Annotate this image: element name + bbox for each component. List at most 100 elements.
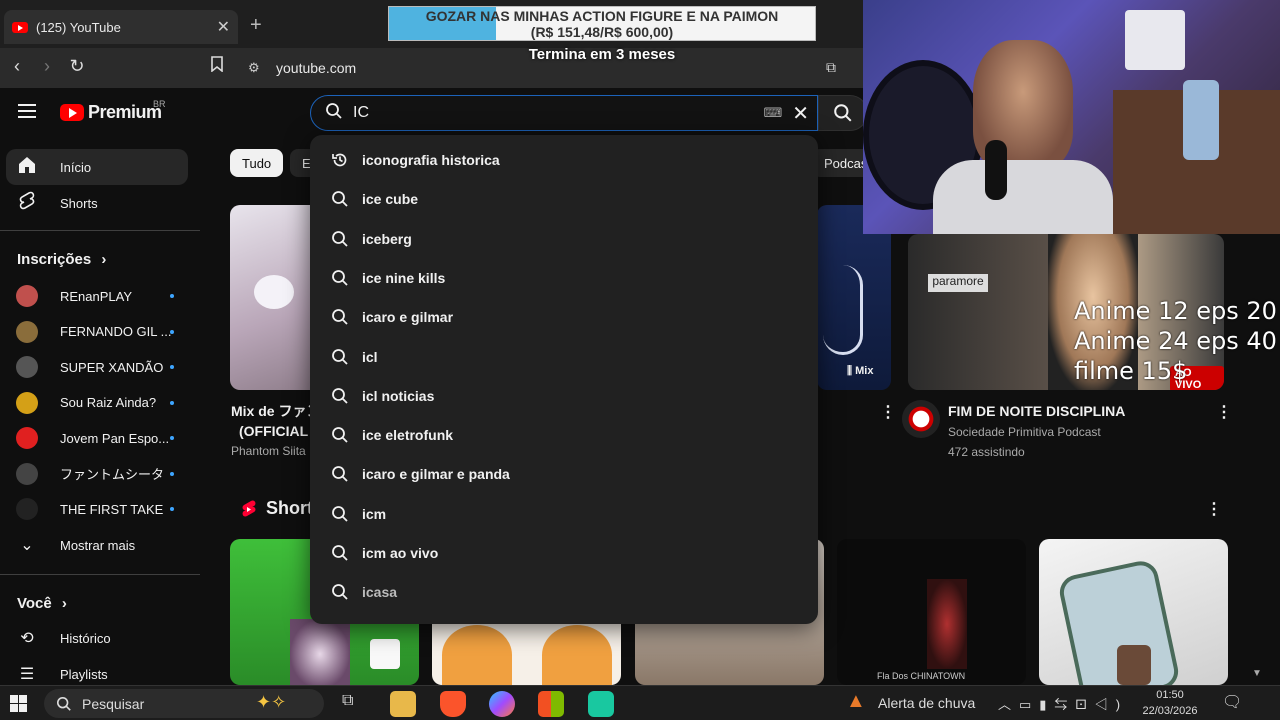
app-icon[interactable]: [588, 691, 614, 717]
youtube-premium-logo[interactable]: Premium BR: [60, 99, 166, 123]
guide-sidebar: Início Shorts Inscrições › REnanPLAY FERN…: [0, 140, 200, 685]
shorts-more-icon[interactable]: ⋮: [1206, 499, 1222, 519]
suggestion-text: icaro e gilmar: [362, 309, 454, 326]
chevron-down-icon: ⌄: [20, 537, 34, 554]
search-input[interactable]: IC ⌨ ✕: [310, 95, 818, 131]
short-thumbnail-4[interactable]: Fla Dos CHINATOWN: [837, 539, 1026, 685]
close-tab-icon[interactable]: ✕: [217, 17, 230, 37]
clock-time: 01:50: [1156, 689, 1184, 701]
sidebar-item-subscription[interactable]: ファントムシータ: [6, 456, 188, 492]
sidebar-item-label: ファントムシータ: [60, 467, 165, 482]
chevron-right-icon: ›: [61, 595, 67, 612]
more-actions-icon[interactable]: ⋮: [880, 402, 896, 422]
video-thumbnail-mix[interactable]: [230, 205, 320, 390]
new-content-dot: [170, 294, 174, 298]
sidebar-item-subscription[interactable]: REnanPLAY: [6, 278, 188, 314]
channel-avatar: [16, 462, 38, 485]
search-button[interactable]: [818, 95, 868, 131]
goal-text: GOZAR NAS MINHAS ACTION FIGURE E NA PAIM…: [389, 8, 815, 40]
scroll-down-icon[interactable]: ▼: [1252, 668, 1262, 679]
sidebar-item-subscription[interactable]: Sou Raiz Ainda?: [6, 385, 188, 421]
microsoft-store-icon[interactable]: [538, 691, 564, 717]
you-heading[interactable]: Você ›: [17, 595, 67, 612]
suggestion-text: icasa: [362, 584, 398, 601]
search-suggestion[interactable]: icl noticias: [310, 377, 818, 415]
bookmark-icon[interactable]: [206, 56, 228, 77]
search-suggestion[interactable]: ice nine kills: [310, 259, 818, 297]
cartoon-shape: [442, 625, 512, 685]
short-thumbnail-5[interactable]: [1039, 539, 1228, 685]
channel-avatar: [16, 356, 38, 378]
subscriptions-heading[interactable]: Inscrições ›: [17, 251, 106, 268]
windows-start-icon[interactable]: [10, 695, 27, 717]
brave-browser-icon[interactable]: [440, 691, 466, 717]
search-suggestion[interactable]: icm ao vivo: [310, 534, 818, 572]
search-suggestion[interactable]: ice cube: [310, 180, 818, 218]
search-suggestion[interactable]: icl: [310, 338, 818, 376]
search-icon: [325, 102, 343, 125]
taskbar-search[interactable]: Pesquisar ✦✧: [44, 689, 324, 718]
new-content-dot: [170, 329, 174, 334]
notifications-icon[interactable]: 🗨: [1222, 692, 1242, 712]
playlists-icon: ☰: [19, 666, 35, 683]
open-external-icon[interactable]: ⧉: [820, 59, 842, 76]
suggestion-text: ice nine kills: [362, 269, 446, 286]
browser-tab-youtube[interactable]: (125) YouTube ✕: [4, 10, 238, 44]
channel-avatar: [16, 498, 38, 520]
sidebar-item-subscription[interactable]: FERNANDO GIL ...: [6, 314, 188, 350]
price-line: Anime 24 eps 40: [1074, 327, 1277, 355]
weather-text[interactable]: Alerta de chuva: [878, 695, 975, 711]
sidebar-item-home[interactable]: Início: [6, 149, 188, 185]
subscriptions-heading-label: Inscrições: [17, 251, 92, 268]
person-shirt-shape: [933, 160, 1113, 234]
back-icon[interactable]: ‹: [6, 56, 28, 77]
search-button-icon: [834, 104, 852, 122]
search-icon: [330, 505, 350, 523]
live-video-title[interactable]: FIM DE NOITE DISCIPLINA: [948, 401, 1125, 421]
search-suggestion[interactable]: iconografia historica: [310, 141, 818, 179]
more-actions-icon[interactable]: ⋮: [1216, 402, 1232, 422]
suggestion-text: iceberg: [362, 230, 412, 247]
suggestion-text: icl: [362, 348, 378, 365]
site-settings-icon[interactable]: ⚙: [248, 60, 260, 76]
new-content-dot: [170, 365, 174, 369]
task-view-icon[interactable]: ⧉: [342, 692, 353, 710]
video-title-mix[interactable]: Mix de ファン (OFFICIAL: [231, 401, 320, 441]
sidebar-item-subscription[interactable]: THE FIRST TAKE: [6, 491, 188, 527]
sidebar-item-subscription[interactable]: Jovem Pan Espo...: [6, 420, 188, 456]
file-explorer-icon[interactable]: [390, 691, 416, 717]
search-suggestion[interactable]: icaro e gilmar: [310, 298, 818, 336]
chip-label: Podcas: [824, 155, 868, 171]
sidebar-item-shorts[interactable]: Shorts: [6, 185, 188, 221]
poster-text: paramore: [928, 274, 988, 292]
keyboard-icon[interactable]: ⌨: [763, 105, 782, 121]
search-query[interactable]: IC: [353, 104, 763, 122]
search-suggestion[interactable]: icm: [310, 495, 818, 533]
sidebar-item-show-more[interactable]: ⌄ Mostrar mais: [6, 527, 188, 563]
reload-icon[interactable]: ↻: [66, 56, 88, 77]
logo-text: Premium: [88, 102, 162, 122]
price-list-overlay: Anime 12 eps 20 Anime 24 eps 40 filme 15…: [1074, 296, 1277, 386]
guide-menu-icon[interactable]: [18, 104, 36, 118]
video-channel[interactable]: Phantom Siita: [231, 441, 306, 461]
clear-search-icon[interactable]: ✕: [792, 101, 809, 126]
search-suggestion[interactable]: icaro e gilmar e panda: [310, 455, 818, 493]
search-suggestion[interactable]: iceberg: [310, 220, 818, 258]
search-icon: [330, 426, 350, 444]
new-tab-icon[interactable]: +: [250, 14, 262, 37]
system-tray-icons[interactable]: ︿▭▮⇆⚀◁): [998, 694, 1128, 713]
shorts-logo-icon: [242, 500, 256, 516]
channel-avatar[interactable]: [902, 400, 940, 438]
search-suggestion[interactable]: icasa: [310, 573, 818, 611]
weather-alert-icon[interactable]: ▲: [846, 690, 866, 713]
sidebar-item-subscription[interactable]: SUPER XANDÃO: [6, 349, 188, 385]
forward-icon[interactable]: ›: [36, 56, 58, 77]
sidebar-item-history[interactable]: ⟲ Histórico: [6, 620, 188, 656]
copilot-icon[interactable]: [489, 691, 515, 717]
live-channel-name[interactable]: Sociedade Primitiva Podcast: [948, 422, 1101, 442]
taskbar-clock[interactable]: 01:50 22/03/2026: [1130, 687, 1210, 719]
chip-all[interactable]: Tudo: [230, 149, 284, 177]
search-icon: [330, 269, 350, 287]
search-suggestion[interactable]: ice eletrofunk: [310, 416, 818, 454]
sidebar-item-label: THE FIRST TAKE: [60, 501, 164, 517]
